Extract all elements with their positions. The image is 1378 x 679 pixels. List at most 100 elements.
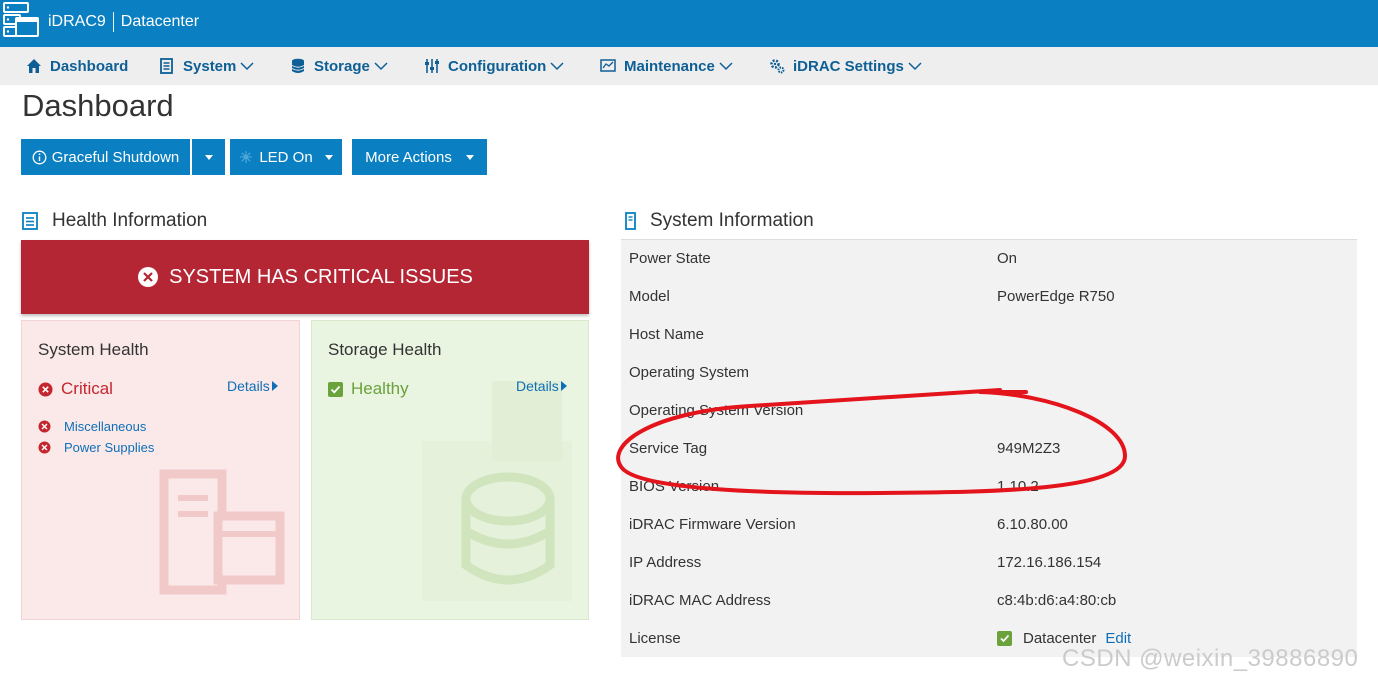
info-label: iDRAC Firmware Version: [629, 516, 796, 533]
context-name: Datacenter: [120, 13, 200, 30]
more-actions-button[interactable]: More Actions: [352, 139, 487, 175]
storage-health-card[interactable]: Storage Health Healthy Details: [311, 320, 589, 620]
info-label: Host Name: [629, 326, 705, 343]
info-row-service-tag: Service Tag 949M2Z3: [621, 430, 1357, 468]
nav-dashboard[interactable]: Dashboard: [26, 47, 128, 85]
critical-icon: [38, 382, 53, 396]
info-row-bios-version: BIOS Version 1.10.2: [621, 468, 1357, 506]
chevron-down-icon: [719, 62, 733, 71]
power-options-dropdown[interactable]: [192, 139, 225, 175]
health-information-title: Health Information: [52, 210, 208, 231]
server-logo-icon: [3, 2, 39, 37]
watermark-text: CSDN @weixin_39886890: [1062, 645, 1359, 672]
check-icon: [328, 381, 343, 397]
check-icon: [997, 631, 1012, 646]
error-circle-icon: [138, 267, 159, 287]
info-row-os-version: Operating System Version: [621, 392, 1357, 430]
storage-watermark-icon: [422, 381, 572, 601]
info-circle-icon: [32, 150, 47, 164]
page-title: Dashboard: [22, 88, 174, 123]
led-on-button[interactable]: LED On: [230, 139, 342, 175]
brand-divider: [112, 12, 114, 32]
caret-right-icon: [271, 381, 278, 391]
system-health-card[interactable]: System Health Critical Details Miscellan…: [21, 320, 300, 620]
chevron-down-icon: [908, 62, 922, 71]
nav-idrac-settings-label: iDRAC Settings: [793, 57, 904, 75]
info-label: IP Address: [629, 554, 702, 571]
nav-system[interactable]: System: [159, 47, 254, 85]
system-health-title: System Health: [38, 340, 149, 359]
health-list-icon: [22, 212, 38, 230]
nav-storage[interactable]: Storage: [290, 47, 388, 85]
monitor-chart-icon: [600, 59, 616, 72]
graceful-shutdown-label: Graceful Shutdown: [51, 148, 180, 166]
nav-maintenance[interactable]: Maintenance: [600, 47, 733, 85]
info-value: 949M2Z3: [997, 440, 1061, 457]
info-row-power-state: Power State On: [621, 240, 1357, 278]
nav-dashboard-label: Dashboard: [50, 57, 129, 75]
nav-system-label: System: [183, 57, 237, 75]
info-value: 172.16.186.154: [997, 554, 1102, 571]
nav-configuration[interactable]: Configuration: [424, 47, 564, 85]
nav-configuration-label: Configuration: [448, 57, 547, 75]
server-tower-icon: [625, 212, 636, 230]
critical-icon: [38, 441, 51, 454]
info-value: On: [997, 250, 1018, 267]
info-value: c8:4b:d6:a4:80:cb: [997, 592, 1117, 609]
storage-health-title: Storage Health: [328, 340, 442, 359]
brand: iDRAC9 Datacenter: [48, 12, 199, 32]
details-label: Details: [516, 378, 559, 394]
system-health-details-link[interactable]: Details: [227, 378, 278, 394]
storage-health-status-text: Healthy: [351, 379, 409, 398]
info-label: Operating System Version: [629, 402, 804, 419]
database-icon: [291, 58, 305, 73]
info-value: PowerEdge R750: [997, 288, 1115, 305]
caret-down-icon: [204, 154, 213, 160]
info-row-operating-system: Operating System: [621, 354, 1357, 392]
critical-icon: [38, 420, 51, 433]
system-information-title: System Information: [650, 210, 814, 231]
led-on-label: LED On: [259, 148, 313, 166]
issue-label: Miscellaneous: [64, 419, 147, 434]
system-information-table: Power State On Model PowerEdge R750 Host…: [621, 239, 1357, 657]
info-value: 1.10.2: [997, 478, 1039, 495]
server-watermark-icon: [159, 469, 285, 595]
system-health-status: Critical: [38, 379, 113, 399]
storage-health-details-link[interactable]: Details: [516, 378, 567, 394]
sliders-icon: [425, 59, 439, 73]
info-label: Model: [629, 288, 670, 305]
gears-icon: [770, 59, 785, 74]
info-row-model: Model PowerEdge R750: [621, 278, 1357, 316]
info-label: iDRAC MAC Address: [629, 592, 771, 609]
main-nav: Dashboard System Storage Configuration M…: [0, 47, 1378, 85]
graceful-shutdown-button[interactable]: Graceful Shutdown: [21, 139, 190, 175]
home-icon: [27, 59, 41, 73]
chevron-down-icon: [240, 62, 254, 71]
info-label: Service Tag: [629, 440, 708, 457]
info-label: Power State: [629, 250, 711, 267]
issue-miscellaneous[interactable]: Miscellaneous: [38, 419, 146, 434]
info-label: Operating System: [629, 364, 750, 381]
more-actions-label: More Actions: [365, 148, 452, 166]
issue-label: Power Supplies: [64, 440, 155, 455]
top-bar: iDRAC9 Datacenter: [0, 0, 1378, 47]
issue-power-supplies[interactable]: Power Supplies: [38, 440, 154, 455]
storage-health-status: Healthy: [328, 379, 409, 399]
chevron-down-icon: [550, 62, 564, 71]
nav-maintenance-label: Maintenance: [624, 57, 715, 75]
system-icon: [160, 58, 173, 74]
caret-right-icon: [560, 381, 567, 391]
info-row-host-name: Host Name: [621, 316, 1357, 354]
nav-storage-label: Storage: [314, 57, 370, 75]
caret-down-icon: [465, 154, 474, 160]
health-information-heading: Health Information: [22, 210, 207, 232]
system-information-heading: System Information: [625, 210, 814, 232]
details-label: Details: [227, 378, 270, 394]
nav-idrac-settings[interactable]: iDRAC Settings: [769, 47, 922, 85]
chevron-down-icon: [374, 62, 388, 71]
system-health-status-text: Critical: [61, 379, 113, 398]
led-sun-icon: [240, 151, 253, 163]
critical-banner-text: SYSTEM HAS CRITICAL ISSUES: [169, 265, 473, 288]
info-row-mac-address: iDRAC MAC Address c8:4b:d6:a4:80:cb: [621, 582, 1357, 620]
critical-issues-banner: SYSTEM HAS CRITICAL ISSUES: [21, 240, 589, 314]
